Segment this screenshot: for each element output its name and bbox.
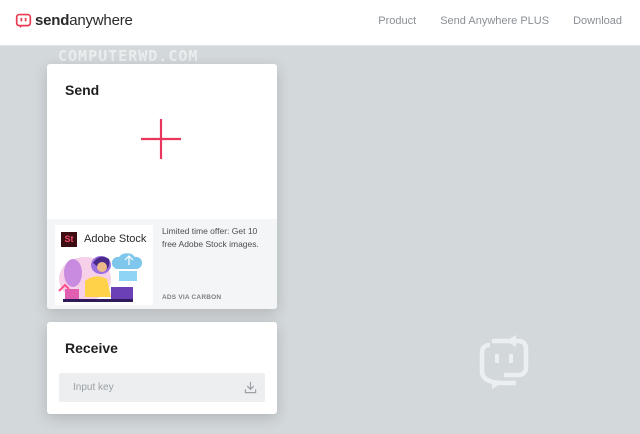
nav-plus-link[interactable]: Send Anywhere PLUS [440,15,549,27]
logo-wordmark: sendanywhere [35,12,133,29]
download-icon[interactable] [244,381,257,394]
plus-icon[interactable] [140,118,182,160]
carbon-ad[interactable]: St Adobe Stock Limited time offer: Get 1… [47,219,277,309]
nav-product-link[interactable]: Product [378,15,416,27]
top-header: sendanywhere Product Send Anywhere PLUS … [0,0,640,46]
main-nav: Product Send Anywhere PLUS Download [378,15,622,27]
ad-text[interactable]: Limited time offer: Get 10 free Adobe St… [162,225,274,251]
watermark: COMPUTERWD.COM [58,47,199,65]
send-anywhere-mark-icon [479,335,529,389]
ads-via-carbon-link[interactable]: ADS VIA CARBON [162,294,221,301]
receive-title: Receive [65,340,118,356]
send-card: Send St Adobe Stock Limited time offer: … [47,64,277,309]
ad-illustration [58,253,143,302]
ad-brand: Adobe Stock [84,233,147,245]
adobe-stock-logo: St [61,232,77,247]
send-title: Send [65,82,100,98]
nav-download-link[interactable]: Download [573,15,622,27]
key-input-container [59,373,265,402]
send-anywhere-logo-icon [15,13,32,29]
key-input[interactable] [59,373,239,402]
send-anywhere-logo[interactable]: sendanywhere [15,12,133,29]
receive-card: Receive [47,322,277,414]
ad-image[interactable]: St Adobe Stock [55,225,153,305]
